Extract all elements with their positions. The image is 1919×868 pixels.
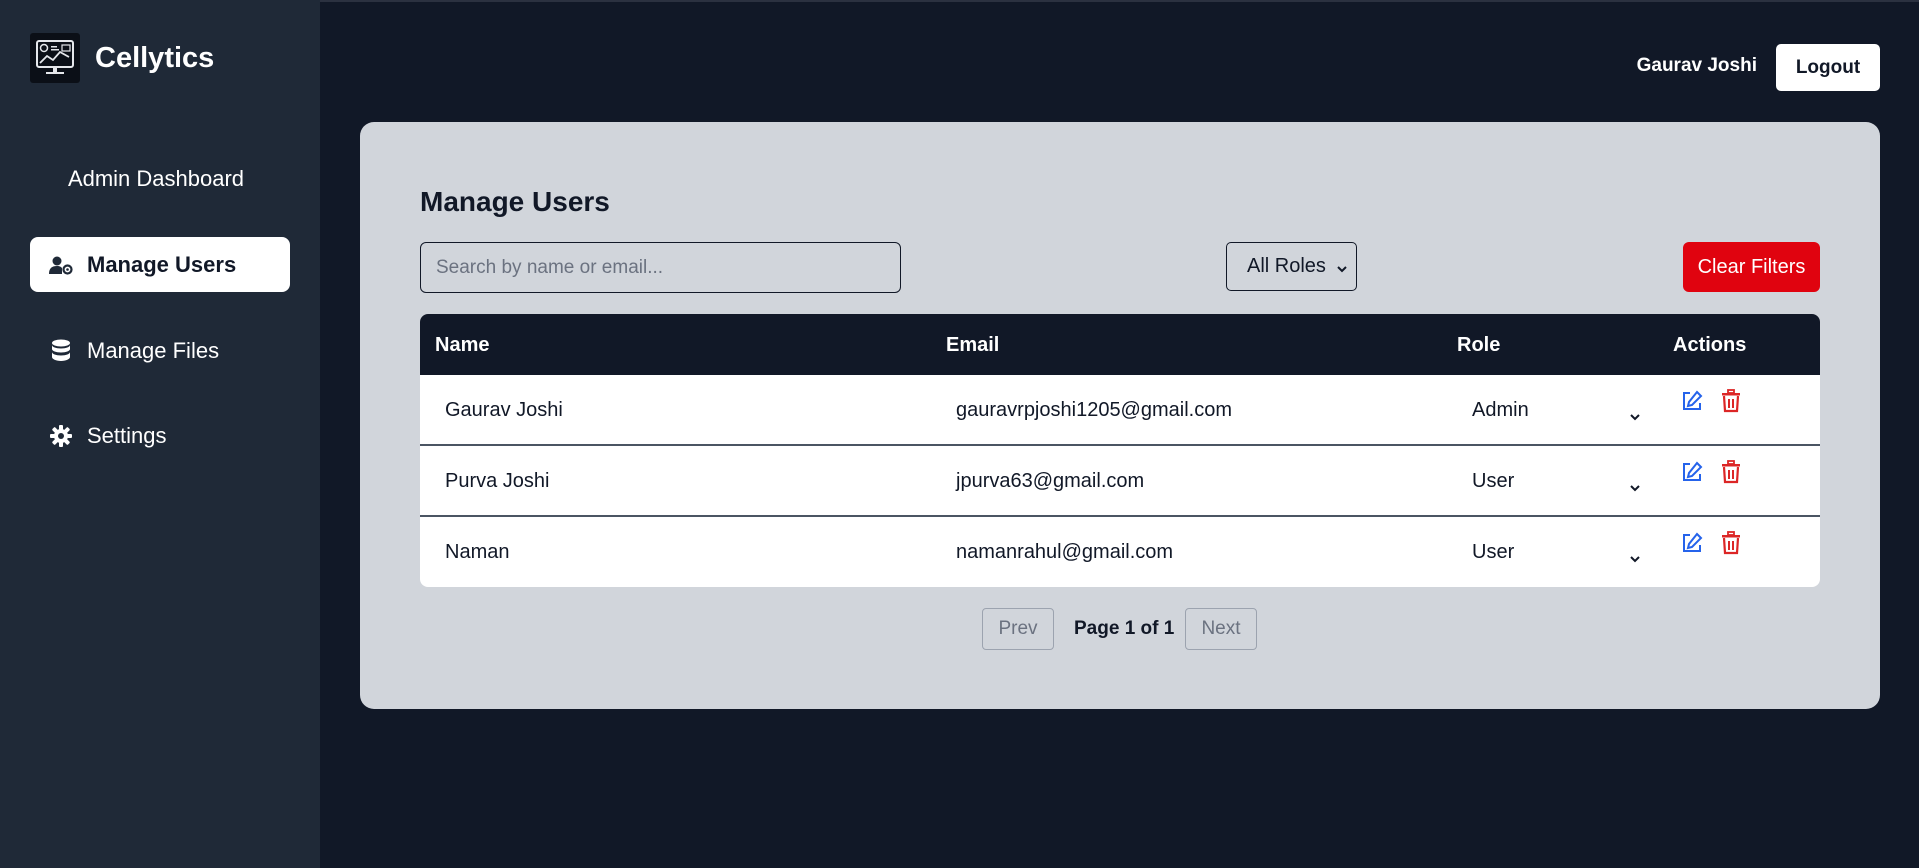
sidebar-item-manage-users[interactable]: Manage Users <box>30 237 290 292</box>
app-name: Cellytics <box>95 41 215 74</box>
edit-icon[interactable] <box>1680 460 1704 490</box>
database-icon <box>49 339 73 363</box>
user-email-cell: gauravrpjoshi1205@gmail.com <box>956 399 1232 421</box>
users-table: Name Email Role Actions Gaurav Joshi gau… <box>420 314 1820 587</box>
edit-icon[interactable] <box>1680 531 1704 561</box>
sidebar-item-manage-files[interactable]: Manage Files <box>30 323 290 378</box>
table-header: Name Email Role Actions <box>420 314 1820 375</box>
chevron-down-icon <box>1336 258 1348 281</box>
sidebar-item-label: Settings <box>87 422 167 448</box>
role-filter-value: All Roles <box>1247 255 1326 277</box>
sidebar: Cellytics Admin Dashboard Manage Users M… <box>0 0 320 868</box>
search-input[interactable] <box>420 242 901 293</box>
table-row: Gaurav Joshi gauravrpjoshi1205@gmail.com… <box>420 375 1820 446</box>
user-email-cell: jpurva63@gmail.com <box>956 470 1145 492</box>
edit-icon[interactable] <box>1680 389 1704 419</box>
prev-page-button[interactable]: Prev <box>982 608 1054 650</box>
chevron-down-icon[interactable] <box>1629 405 1641 428</box>
sidebar-item-settings[interactable]: Settings <box>30 408 290 463</box>
user-email-cell: namanrahul@gmail.com <box>956 541 1174 563</box>
user-role-select[interactable]: User <box>1472 470 1514 493</box>
logout-button[interactable]: Logout <box>1776 44 1880 91</box>
sidebar-item-label: Manage Users <box>87 251 237 277</box>
column-header-role[interactable]: Role <box>1457 334 1500 357</box>
user-name-cell: Purva Joshi <box>445 470 550 492</box>
page-indicator: Page 1 of 1 <box>1074 618 1175 639</box>
brand[interactable]: Cellytics <box>30 33 214 83</box>
page-title: Manage Users <box>420 186 610 217</box>
clear-filters-button[interactable]: Clear Filters <box>1683 242 1820 292</box>
gear-icon <box>49 424 73 448</box>
table-row: Purva Joshi jpurva63@gmail.com User <box>420 446 1820 517</box>
sidebar-item-label: Manage Files <box>87 337 220 363</box>
table-row: Naman namanrahul@gmail.com User <box>420 517 1820 587</box>
trash-icon[interactable] <box>1720 460 1742 490</box>
column-header-email[interactable]: Email <box>946 334 999 357</box>
user-role-select[interactable]: Admin <box>1472 399 1529 422</box>
column-header-actions: Actions <box>1673 334 1747 356</box>
trash-icon[interactable] <box>1720 531 1742 561</box>
current-user-name: Gaurav Joshi <box>1636 55 1757 76</box>
user-name-cell: Naman <box>445 541 510 563</box>
user-role-select[interactable]: User <box>1472 541 1514 564</box>
sidebar-section-title: Admin Dashboard <box>67 166 245 191</box>
role-filter-select[interactable]: All Roles <box>1226 242 1357 291</box>
trash-icon[interactable] <box>1720 389 1742 419</box>
user-name-cell: Gaurav Joshi <box>445 399 563 421</box>
chevron-down-icon[interactable] <box>1629 476 1641 499</box>
chevron-down-icon[interactable] <box>1629 547 1641 570</box>
next-page-button[interactable]: Next <box>1185 608 1257 650</box>
manage-users-panel: Manage Users All Roles Clear Filters Nam… <box>360 122 1880 709</box>
dashboard-monitor-icon <box>30 33 80 83</box>
column-header-name[interactable]: Name <box>435 334 489 357</box>
user-cog-icon <box>49 253 73 277</box>
